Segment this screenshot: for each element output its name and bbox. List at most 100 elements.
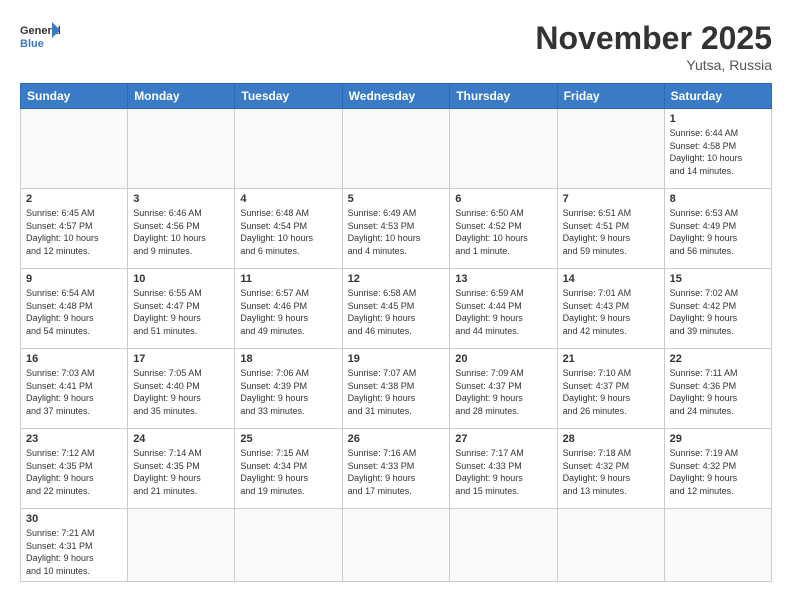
- table-row: 27 Sunrise: 7:17 AM Sunset: 4:33 PM Dayli…: [450, 429, 557, 509]
- day-info: Sunrise: 6:59 AM Sunset: 4:44 PM Dayligh…: [455, 287, 551, 337]
- table-row: 24 Sunrise: 7:14 AM Sunset: 4:35 PM Dayli…: [128, 429, 235, 509]
- day-info: Sunrise: 7:17 AM Sunset: 4:33 PM Dayligh…: [455, 447, 551, 497]
- day-info: Sunrise: 6:55 AM Sunset: 4:47 PM Dayligh…: [133, 287, 229, 337]
- day-number: 14: [563, 273, 659, 285]
- day-number: 13: [455, 273, 551, 285]
- day-info: Sunrise: 7:06 AM Sunset: 4:39 PM Dayligh…: [240, 367, 336, 417]
- table-row: 18 Sunrise: 7:06 AM Sunset: 4:39 PM Dayli…: [235, 349, 342, 429]
- day-number: 10: [133, 273, 229, 285]
- day-number: 8: [670, 193, 766, 205]
- day-number: 9: [26, 273, 122, 285]
- table-row: 9 Sunrise: 6:54 AM Sunset: 4:48 PM Daylig…: [21, 269, 128, 349]
- table-row: 20 Sunrise: 7:09 AM Sunset: 4:37 PM Dayli…: [450, 349, 557, 429]
- table-row: [342, 109, 450, 189]
- day-number: 18: [240, 353, 336, 365]
- table-row: 1Sunrise: 6:44 AM Sunset: 4:58 PM Daylig…: [664, 109, 771, 189]
- day-number: 21: [563, 353, 659, 365]
- day-number: 30: [26, 513, 122, 525]
- table-row: 15Sunrise: 7:02 AM Sunset: 4:42 PM Dayli…: [664, 269, 771, 349]
- title-block: November 2025 Yutsa, Russia: [535, 20, 772, 73]
- table-row: 2Sunrise: 6:45 AM Sunset: 4:57 PM Daylig…: [21, 189, 128, 269]
- day-number: 6: [455, 193, 551, 205]
- table-row: 3 Sunrise: 6:46 AM Sunset: 4:56 PM Daylig…: [128, 189, 235, 269]
- table-row: [128, 109, 235, 189]
- table-row: 5Sunrise: 6:49 AM Sunset: 4:53 PM Daylig…: [342, 189, 450, 269]
- col-sunday: Sunday: [21, 84, 128, 109]
- month-title: November 2025: [535, 20, 772, 57]
- table-row: 25Sunrise: 7:15 AM Sunset: 4:34 PM Dayli…: [235, 429, 342, 509]
- col-wednesday: Wednesday: [342, 84, 450, 109]
- col-saturday: Saturday: [664, 84, 771, 109]
- day-info: Sunrise: 6:48 AM Sunset: 4:54 PM Dayligh…: [240, 207, 336, 257]
- day-info: Sunrise: 7:01 AM Sunset: 4:43 PM Dayligh…: [563, 287, 659, 337]
- table-row: 29 Sunrise: 7:19 AM Sunset: 4:32 PM Dayli…: [664, 429, 771, 509]
- day-info: Sunrise: 7:03 AM Sunset: 4:41 PM Dayligh…: [26, 367, 122, 417]
- table-row: 10 Sunrise: 6:55 AM Sunset: 4:47 PM Dayli…: [128, 269, 235, 349]
- day-number: 23: [26, 433, 122, 445]
- table-row: 26Sunrise: 7:16 AM Sunset: 4:33 PM Dayli…: [342, 429, 450, 509]
- calendar-header-row: Sunday Monday Tuesday Wednesday Thursday…: [21, 84, 772, 109]
- day-number: 3: [133, 193, 229, 205]
- day-number: 22: [670, 353, 766, 365]
- day-info: Sunrise: 6:50 AM Sunset: 4:52 PM Dayligh…: [455, 207, 551, 257]
- col-tuesday: Tuesday: [235, 84, 342, 109]
- day-number: 20: [455, 353, 551, 365]
- day-number: 19: [348, 353, 445, 365]
- table-row: 23 Sunrise: 7:12 AM Sunset: 4:35 PM Dayli…: [21, 429, 128, 509]
- table-row: 13 Sunrise: 6:59 AM Sunset: 4:44 PM Dayli…: [450, 269, 557, 349]
- table-row: [235, 509, 342, 582]
- day-info: Sunrise: 6:44 AM Sunset: 4:58 PM Dayligh…: [670, 127, 766, 177]
- table-row: 21 Sunrise: 7:10 AM Sunset: 4:37 PM Dayli…: [557, 349, 664, 429]
- day-info: Sunrise: 7:09 AM Sunset: 4:37 PM Dayligh…: [455, 367, 551, 417]
- table-row: 7 Sunrise: 6:51 AM Sunset: 4:51 PM Daylig…: [557, 189, 664, 269]
- table-row: [450, 509, 557, 582]
- page-header: General Blue November 2025 Yutsa, Russia: [20, 20, 772, 73]
- day-number: 4: [240, 193, 336, 205]
- day-info: Sunrise: 6:51 AM Sunset: 4:51 PM Dayligh…: [563, 207, 659, 257]
- table-row: [128, 509, 235, 582]
- day-number: 5: [348, 193, 445, 205]
- day-number: 16: [26, 353, 122, 365]
- day-number: 2: [26, 193, 122, 205]
- day-info: Sunrise: 7:05 AM Sunset: 4:40 PM Dayligh…: [133, 367, 229, 417]
- day-number: 27: [455, 433, 551, 445]
- col-monday: Monday: [128, 84, 235, 109]
- table-row: [342, 509, 450, 582]
- svg-text:Blue: Blue: [20, 38, 44, 50]
- calendar-table: Sunday Monday Tuesday Wednesday Thursday…: [20, 83, 772, 582]
- table-row: 28Sunrise: 7:18 AM Sunset: 4:32 PM Dayli…: [557, 429, 664, 509]
- logo-icon: General Blue: [20, 20, 60, 52]
- day-info: Sunrise: 7:12 AM Sunset: 4:35 PM Dayligh…: [26, 447, 122, 497]
- day-number: 29: [670, 433, 766, 445]
- logo: General Blue: [20, 20, 60, 52]
- col-thursday: Thursday: [450, 84, 557, 109]
- table-row: 8 Sunrise: 6:53 AM Sunset: 4:49 PM Daylig…: [664, 189, 771, 269]
- table-row: [235, 109, 342, 189]
- table-row: 4 Sunrise: 6:48 AM Sunset: 4:54 PM Daylig…: [235, 189, 342, 269]
- day-info: Sunrise: 6:54 AM Sunset: 4:48 PM Dayligh…: [26, 287, 122, 337]
- table-row: [664, 509, 771, 582]
- table-row: [557, 109, 664, 189]
- day-info: Sunrise: 7:21 AM Sunset: 4:31 PM Dayligh…: [26, 527, 122, 577]
- table-row: [21, 109, 128, 189]
- day-info: Sunrise: 7:14 AM Sunset: 4:35 PM Dayligh…: [133, 447, 229, 497]
- table-row: [450, 109, 557, 189]
- day-number: 11: [240, 273, 336, 285]
- day-info: Sunrise: 6:53 AM Sunset: 4:49 PM Dayligh…: [670, 207, 766, 257]
- day-info: Sunrise: 7:19 AM Sunset: 4:32 PM Dayligh…: [670, 447, 766, 497]
- table-row: 14 Sunrise: 7:01 AM Sunset: 4:43 PM Dayli…: [557, 269, 664, 349]
- day-info: Sunrise: 7:18 AM Sunset: 4:32 PM Dayligh…: [563, 447, 659, 497]
- day-info: Sunrise: 6:46 AM Sunset: 4:56 PM Dayligh…: [133, 207, 229, 257]
- day-number: 7: [563, 193, 659, 205]
- table-row: 16 Sunrise: 7:03 AM Sunset: 4:41 PM Dayli…: [21, 349, 128, 429]
- day-number: 12: [348, 273, 445, 285]
- day-info: Sunrise: 7:07 AM Sunset: 4:38 PM Dayligh…: [348, 367, 445, 417]
- day-info: Sunrise: 7:11 AM Sunset: 4:36 PM Dayligh…: [670, 367, 766, 417]
- day-info: Sunrise: 7:10 AM Sunset: 4:37 PM Dayligh…: [563, 367, 659, 417]
- table-row: 6 Sunrise: 6:50 AM Sunset: 4:52 PM Daylig…: [450, 189, 557, 269]
- col-friday: Friday: [557, 84, 664, 109]
- day-number: 24: [133, 433, 229, 445]
- table-row: 17Sunrise: 7:05 AM Sunset: 4:40 PM Dayli…: [128, 349, 235, 429]
- table-row: 22 Sunrise: 7:11 AM Sunset: 4:36 PM Dayli…: [664, 349, 771, 429]
- table-row: 11Sunrise: 6:57 AM Sunset: 4:46 PM Dayli…: [235, 269, 342, 349]
